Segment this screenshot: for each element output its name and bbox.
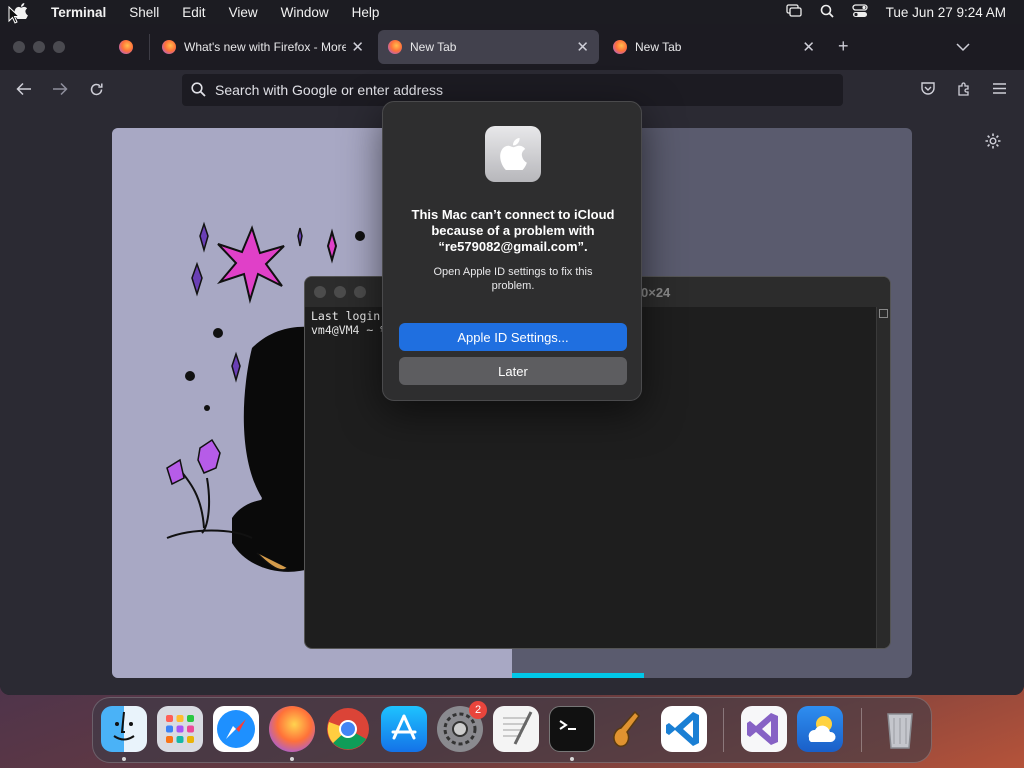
pocket-icon[interactable]	[920, 81, 936, 102]
menu-app-terminal[interactable]: Terminal	[51, 5, 106, 20]
menu-help[interactable]: Help	[352, 5, 380, 20]
search-icon	[191, 82, 206, 100]
window-minimize-button[interactable]	[33, 41, 45, 53]
tab-bar: What's new with Firefox - More ✕ New Tab…	[0, 24, 1024, 70]
firefox-dock-icon[interactable]	[269, 706, 315, 752]
extensions-puzzle-icon[interactable]	[956, 81, 972, 102]
menu-shell[interactable]: Shell	[129, 5, 159, 20]
terminal-title: 0×24	[641, 285, 671, 300]
menu-bar: Terminal Shell Edit View Window Help Tue…	[0, 0, 1024, 24]
dock-separator	[861, 708, 862, 752]
forward-arrow-icon[interactable]	[52, 82, 68, 101]
back-arrow-icon[interactable]	[16, 82, 32, 101]
app-menu-hamburger-icon[interactable]	[992, 82, 1007, 100]
tab-whats-new[interactable]: What's new with Firefox - More ✕	[152, 30, 374, 64]
tab-title: What's new with Firefox - More	[184, 40, 346, 54]
menu-view[interactable]: View	[229, 5, 258, 20]
close-tab-icon[interactable]: ✕	[576, 38, 589, 56]
mouse-pointer-icon	[8, 5, 21, 29]
window-close-button[interactable]	[314, 286, 326, 298]
safari-icon[interactable]	[213, 706, 259, 752]
control-center-icon[interactable]	[852, 3, 868, 21]
window-zoom-button[interactable]	[53, 41, 65, 53]
firefox-view-icon[interactable]	[119, 40, 133, 54]
screen-mirroring-icon[interactable]	[786, 3, 802, 21]
tab-new-tab-active[interactable]: New Tab ✕	[378, 30, 599, 64]
vscode-icon[interactable]	[661, 706, 707, 752]
terminal-dock-icon[interactable]	[549, 706, 595, 752]
tab-title: New Tab	[635, 40, 682, 54]
window-zoom-button[interactable]	[354, 286, 366, 298]
icloud-alert-dialog: This Mac can’t connect to iCloud because…	[382, 101, 642, 401]
split-pane-icon[interactable]	[879, 309, 888, 318]
running-indicator	[290, 757, 294, 761]
finder-icon[interactable]	[101, 706, 147, 752]
notification-badge: 2	[469, 701, 487, 719]
weather-icon[interactable]	[797, 706, 843, 752]
new-tab-plus-icon[interactable]: +	[838, 36, 849, 57]
apple-logo-icon	[485, 126, 541, 182]
later-button[interactable]: Later	[399, 357, 627, 385]
window-close-button[interactable]	[13, 41, 25, 53]
window-minimize-button[interactable]	[334, 286, 346, 298]
firefox-favicon-icon	[613, 40, 627, 54]
spotlight-search-icon[interactable]	[820, 4, 834, 21]
dock-separator	[723, 708, 724, 752]
dock: 2	[92, 697, 932, 763]
menu-clock[interactable]: Tue Jun 27 9:24 AM	[886, 5, 1006, 20]
app-store-icon[interactable]	[381, 706, 427, 752]
menu-edit[interactable]: Edit	[182, 5, 205, 20]
tab-title: New Tab	[410, 40, 457, 54]
reload-icon[interactable]	[89, 82, 104, 102]
apple-id-settings-button[interactable]: Apple ID Settings...	[399, 323, 627, 351]
running-indicator	[122, 757, 126, 761]
progress-bar-fill	[512, 673, 644, 678]
firefox-favicon-icon	[162, 40, 176, 54]
visual-studio-icon[interactable]	[741, 706, 787, 752]
close-tab-icon[interactable]: ✕	[351, 38, 364, 56]
menu-window[interactable]: Window	[281, 5, 329, 20]
running-indicator	[570, 757, 574, 761]
tab-divider	[149, 34, 150, 60]
textedit-icon[interactable]	[493, 706, 539, 752]
firefox-favicon-icon	[388, 40, 402, 54]
alert-message: This Mac can’t connect to iCloud because…	[411, 207, 615, 254]
garageband-icon[interactable]	[605, 706, 651, 752]
list-all-tabs-chevron-icon[interactable]	[956, 39, 970, 57]
alert-detail: Open Apple ID settings to fix this probl…	[433, 266, 593, 292]
tab-new-tab[interactable]: New Tab ✕	[603, 30, 825, 64]
chrome-icon[interactable]	[325, 706, 371, 752]
terminal-scrollbar[interactable]	[876, 307, 890, 648]
trash-icon[interactable]	[877, 706, 923, 752]
gear-icon[interactable]	[984, 132, 1002, 155]
url-bar-placeholder: Search with Google or enter address	[215, 82, 444, 98]
close-tab-icon[interactable]: ✕	[802, 38, 815, 56]
launchpad-icon[interactable]	[157, 706, 203, 752]
